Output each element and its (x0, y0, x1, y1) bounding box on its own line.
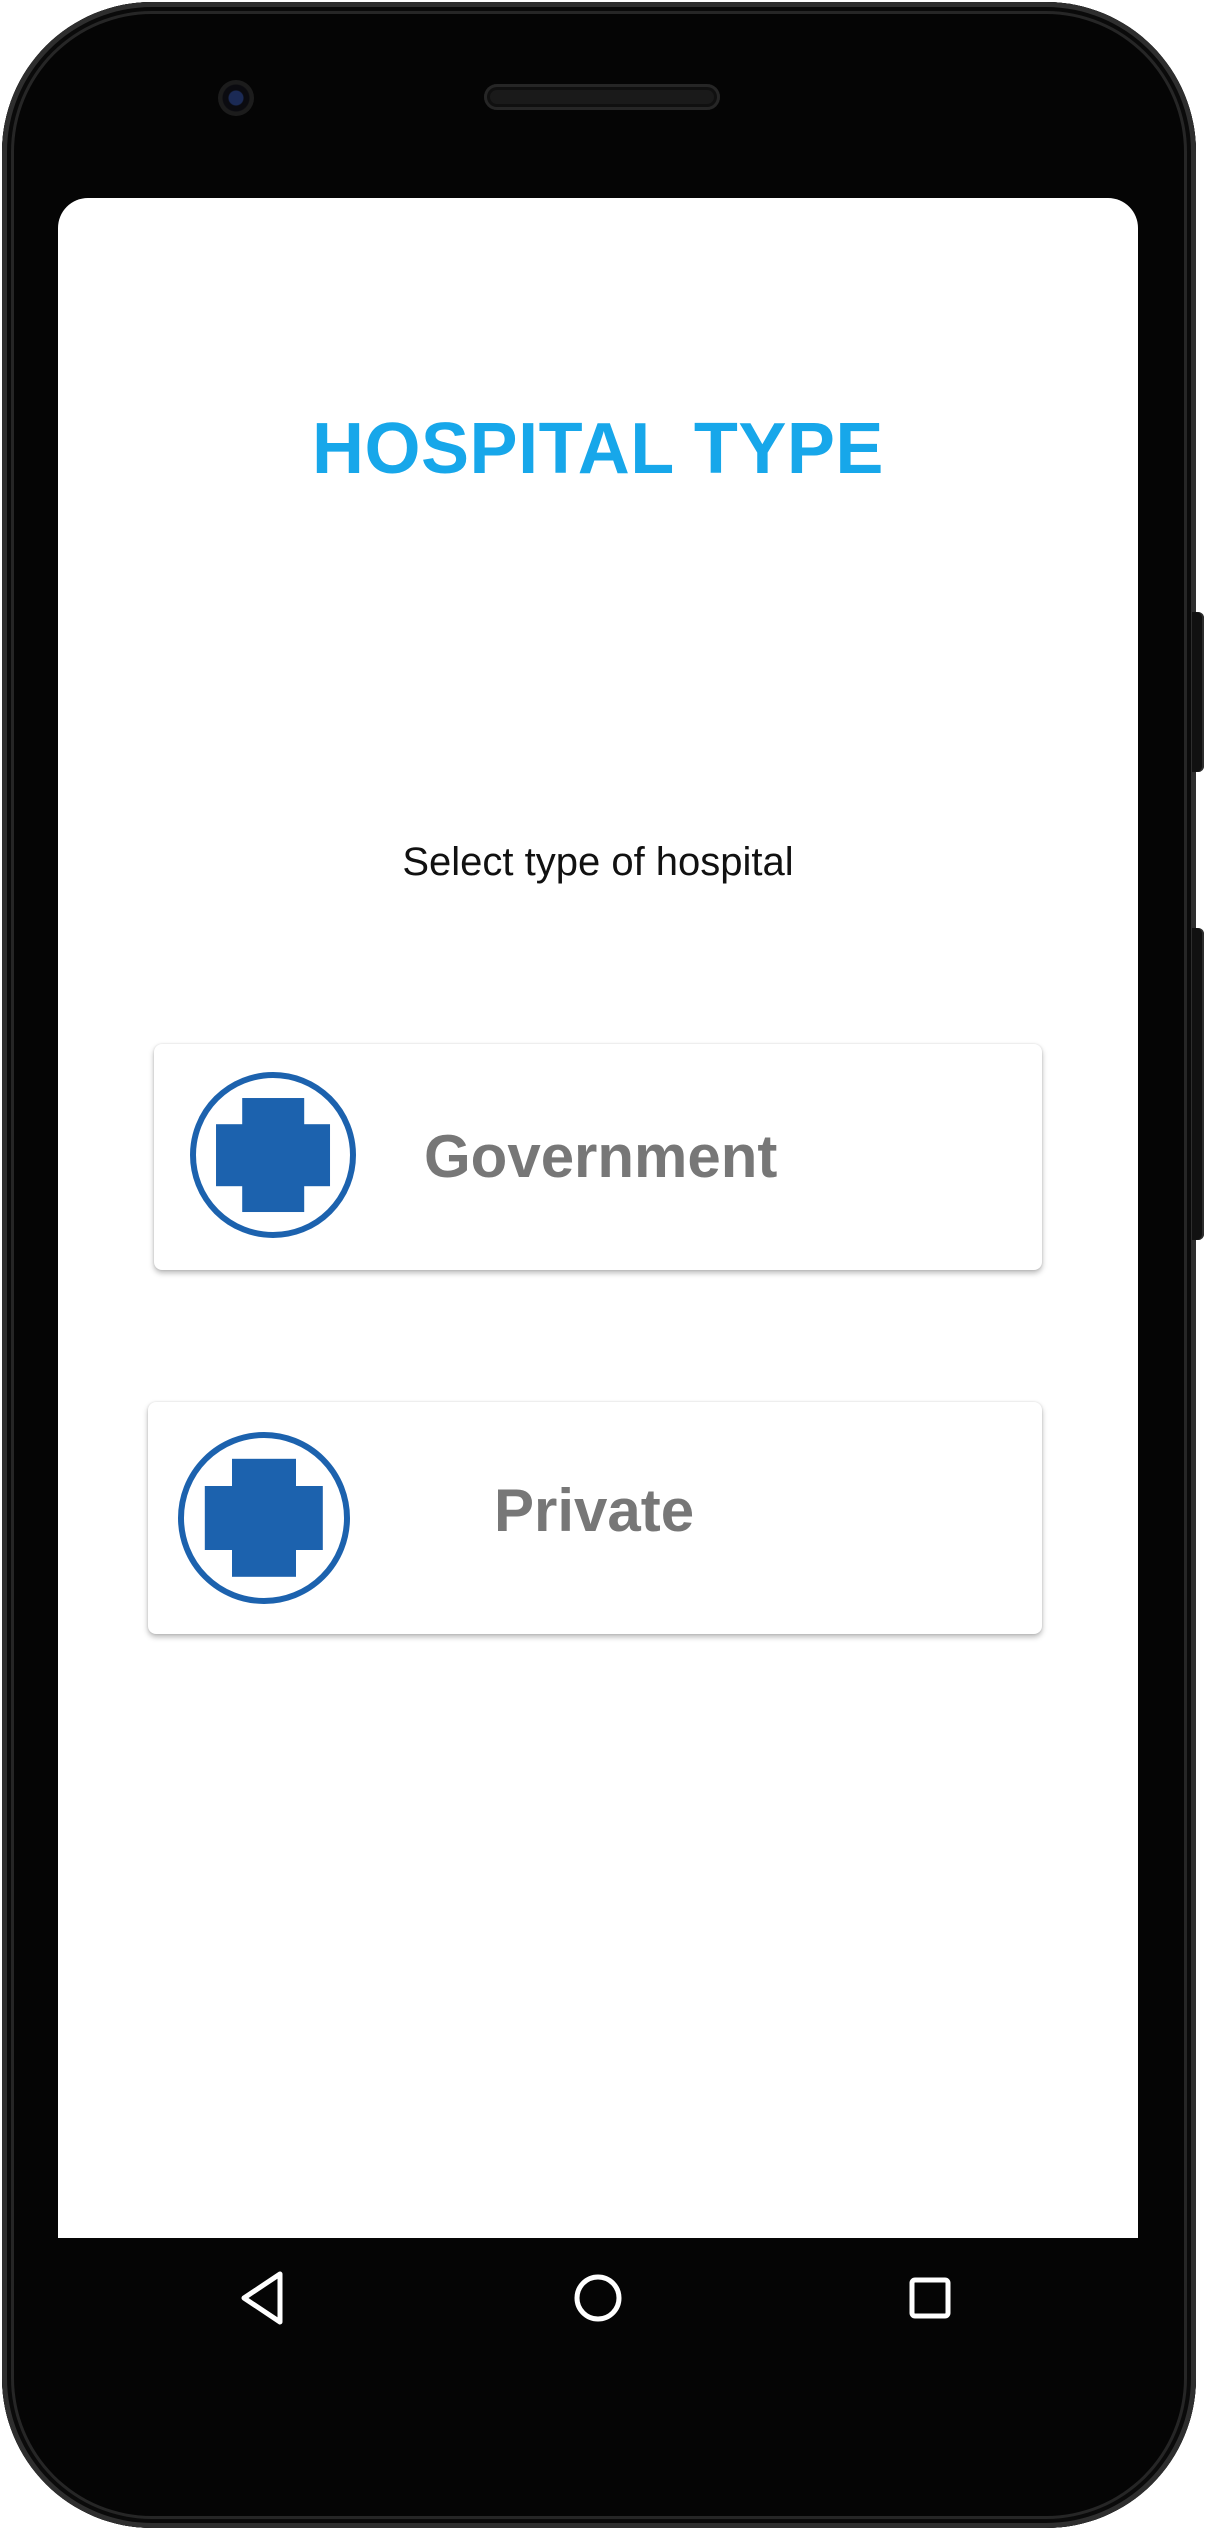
volume-button (1192, 928, 1204, 1240)
government-label: Government (424, 1123, 778, 1190)
back-button[interactable] (228, 2260, 304, 2336)
home-circle-icon (574, 2274, 622, 2322)
government-hospital-button[interactable]: Government (154, 1044, 1042, 1270)
recents-square-icon (909, 2277, 951, 2319)
app-screen: HOSPITAL TYPE Select type of hospital Go… (58, 198, 1138, 2238)
medical-cross-icon (190, 1072, 356, 1238)
front-camera-icon (218, 80, 254, 116)
private-hospital-button[interactable]: Private (148, 1402, 1042, 1634)
back-triangle-icon (241, 2271, 283, 2325)
home-button[interactable] (560, 2260, 636, 2336)
system-navigation-bar (58, 2238, 1138, 2358)
earpiece-speaker (484, 84, 720, 110)
medical-cross-icon (178, 1432, 350, 1604)
page-title: HOSPITAL TYPE (312, 409, 884, 489)
recents-button[interactable] (892, 2260, 968, 2336)
select-prompt: Select type of hospital (402, 840, 794, 884)
power-button (1192, 612, 1204, 772)
private-label: Private (494, 1477, 695, 1544)
